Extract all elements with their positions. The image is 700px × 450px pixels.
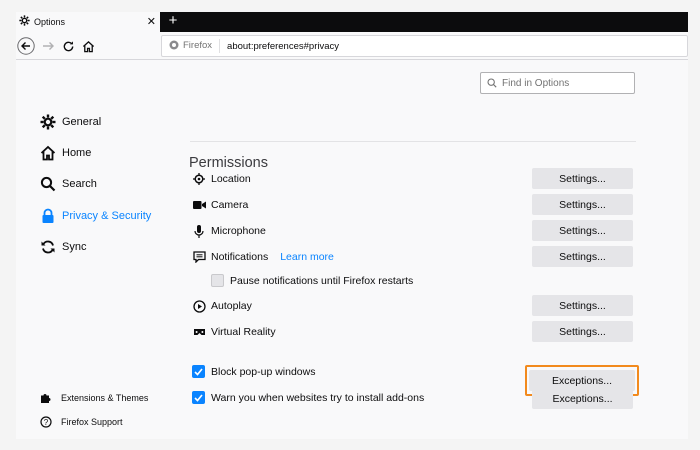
section-divider <box>190 141 636 142</box>
puzzle-icon <box>40 392 52 404</box>
addon-exceptions-button[interactable]: Exceptions... <box>532 388 633 409</box>
location-icon <box>192 172 206 186</box>
tab-strip: Options ✕ + <box>16 12 688 32</box>
permission-notifications: Notifications Learn more <box>192 249 334 265</box>
home-icon <box>40 145 56 161</box>
help-icon: ? <box>40 416 52 428</box>
check-icon <box>194 393 203 402</box>
reload-icon <box>63 40 73 51</box>
permission-label: Autoplay <box>211 300 252 312</box>
firefox-identity-icon <box>169 37 179 55</box>
autoplay-settings-button[interactable]: Settings... <box>532 295 633 316</box>
warn-addons-row: Warn you when websites try to install ad… <box>192 391 424 404</box>
pause-notifications-row: Pause notifications until Firefox restar… <box>211 274 413 287</box>
home-icon <box>82 40 94 52</box>
permission-autoplay: Autoplay <box>192 298 252 314</box>
permission-label: Location <box>211 173 251 185</box>
svg-text:?: ? <box>44 418 49 427</box>
microphone-settings-button[interactable]: Settings... <box>532 220 633 241</box>
sidebar-item-privacy-security[interactable]: Privacy & Security <box>40 207 151 225</box>
sidebar-item-label: Home <box>62 147 92 159</box>
lock-icon <box>40 208 56 224</box>
camera-icon <box>192 198 206 212</box>
permission-virtual-reality: Virtual Reality <box>192 324 276 340</box>
sidebar-item-label: Search <box>62 178 97 190</box>
vr-headset-icon <box>192 325 206 339</box>
nav-bar: Firefox about:preferences#privacy <box>16 32 688 60</box>
permission-label: Notifications <box>211 251 269 263</box>
url-text: about:preferences#privacy <box>227 40 340 52</box>
search-icon <box>487 78 497 88</box>
microphone-icon <box>192 224 206 238</box>
back-button[interactable] <box>16 36 36 56</box>
location-settings-button[interactable]: Settings... <box>532 168 633 189</box>
back-arrow-icon <box>17 37 35 55</box>
permission-label: Virtual Reality <box>211 326 276 338</box>
learn-more-link[interactable]: Learn more <box>280 251 334 263</box>
checkbox-label: Block pop-up windows <box>211 365 316 378</box>
permission-label: Microphone <box>211 225 266 237</box>
gear-icon <box>40 114 56 130</box>
check-icon <box>194 367 203 376</box>
pause-notifications-checkbox[interactable] <box>211 274 224 287</box>
camera-settings-button[interactable]: Settings... <box>532 194 633 215</box>
sidebar-footer-label: Firefox Support <box>61 417 123 427</box>
sidebar-item-sync[interactable]: Sync <box>40 238 86 256</box>
find-placeholder: Find in Options <box>502 77 570 89</box>
reload-button[interactable] <box>58 36 78 56</box>
permissions-heading: Permissions <box>189 155 268 171</box>
sidebar-item-search[interactable]: Search <box>40 175 97 193</box>
permission-location: Location <box>192 171 251 187</box>
sidebar-item-label: Sync <box>62 241 87 253</box>
sync-icon <box>40 239 56 255</box>
identity-label: Firefox <box>183 39 221 53</box>
sidebar-item-home[interactable]: Home <box>40 144 91 162</box>
search-icon <box>40 176 56 192</box>
url-bar[interactable]: Firefox about:preferences#privacy <box>161 35 688 57</box>
permission-label: Camera <box>211 199 249 211</box>
preferences-page: Find in Options General Home Search Priv… <box>16 60 688 439</box>
tab-options[interactable]: Options ✕ <box>16 12 160 32</box>
gear-icon <box>19 13 30 31</box>
sidebar-link-extensions-themes[interactable]: Extensions & Themes <box>40 392 148 404</box>
checkbox-label: Pause notifications until Firefox restar… <box>230 274 414 287</box>
vr-settings-button[interactable]: Settings... <box>532 321 633 342</box>
find-in-options-input[interactable]: Find in Options <box>480 72 635 94</box>
sidebar-footer-label: Extensions & Themes <box>61 393 149 403</box>
forward-button[interactable] <box>38 36 58 56</box>
checkbox-label: Warn you when websites try to install ad… <box>211 391 425 404</box>
new-tab-button[interactable]: + <box>164 13 182 31</box>
permission-camera: Camera <box>192 197 248 213</box>
notifications-settings-button[interactable]: Settings... <box>532 246 633 267</box>
block-popups-row: Block pop-up windows <box>192 365 315 378</box>
sidebar-link-firefox-support[interactable]: ? Firefox Support <box>40 416 123 428</box>
sidebar-item-general[interactable]: General <box>40 113 101 131</box>
home-button[interactable] <box>78 36 98 56</box>
warn-addons-checkbox[interactable] <box>192 391 205 404</box>
sidebar-item-label: General <box>62 116 102 128</box>
permission-microphone: Microphone <box>192 223 266 239</box>
forward-arrow-icon <box>43 42 54 50</box>
block-popups-checkbox[interactable] <box>192 365 205 378</box>
sidebar-item-label: Privacy & Security <box>62 210 152 222</box>
autoplay-icon <box>192 299 206 313</box>
tab-title: Options <box>34 17 66 27</box>
close-tab-icon[interactable]: ✕ <box>147 15 156 29</box>
browser-window: Options ✕ + Firefox about:preferences#pr… <box>16 12 688 439</box>
notification-icon <box>192 250 206 264</box>
screenshot-frame: Options ✕ + Firefox about:preferences#pr… <box>0 0 700 450</box>
